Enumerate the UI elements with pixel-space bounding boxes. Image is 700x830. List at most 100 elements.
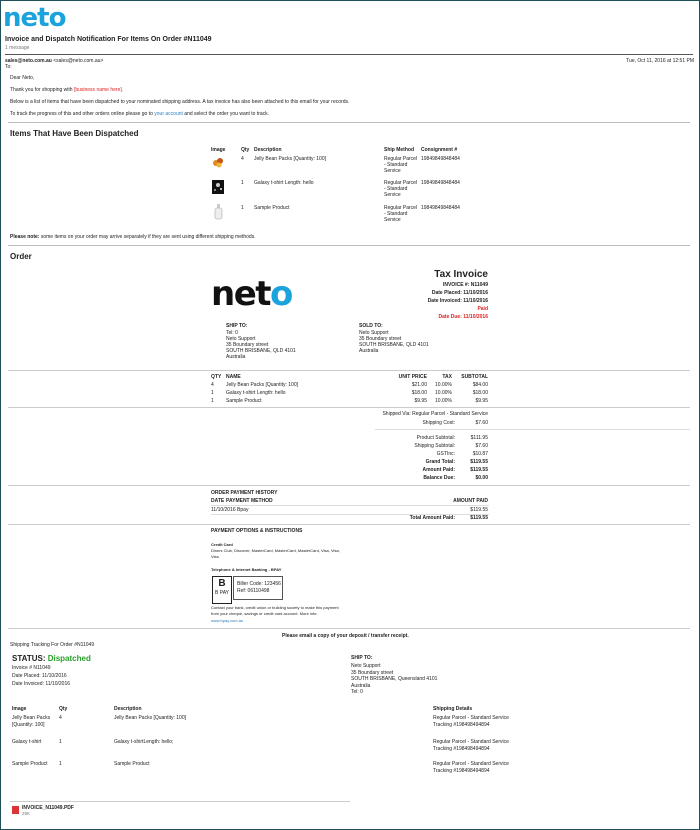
item-subtotal: $9.95 <box>475 398 488 404</box>
attachment-size: 29K <box>22 811 31 816</box>
neto-logo: neto <box>3 3 66 33</box>
shipped-via: Shipped Via: Regular Parcel - Standard S… <box>382 411 488 417</box>
dispatched-heading: Items That Have Been Dispatched <box>10 129 139 138</box>
shipping-subtotal: $7.60 <box>475 443 488 449</box>
item-tax: 10.00% <box>435 382 452 388</box>
items-col-subtotal: SUBTOTAL <box>461 374 488 380</box>
items-col-tax: TAX <box>442 374 452 380</box>
jelly-bean-image <box>212 155 224 169</box>
invoice-number: INVOICE #: N11049 <box>442 282 488 288</box>
bpay-instructions: Contact your bank, credit union or build… <box>211 605 339 610</box>
track-qty: 4 <box>59 715 62 721</box>
dispatch-qty: 1 <box>241 180 244 186</box>
thanks-line: Thank you for shopping with [business na… <box>10 87 124 93</box>
tracking-order-info: Invoice # N11049 Date Placed: 11/10/2016 D… <box>12 665 71 687</box>
dispatch-method: Regular Parcel - Standard Service <box>384 180 418 198</box>
gst-label: GSTInc: <box>436 451 455 457</box>
invoice-date-due: Date Due: 11/10/2016 <box>438 314 488 320</box>
track-desc: Galaxy t-shirtLength: hello; <box>114 739 174 745</box>
grand-total: $119.55 <box>470 459 488 465</box>
payment-options-label: PAYMENT OPTIONS & INSTRUCTIONS <box>211 528 303 534</box>
tracking-label: Shipping Tracking For Order #N11049 <box>10 642 95 648</box>
dispatch-consignment: 19849849848484 <box>421 180 460 186</box>
ph-col-method: PAYMENT METHOD <box>226 498 273 504</box>
total-amount-paid: $119.55 <box>470 515 488 521</box>
sold-to-label: SOLD TO: <box>359 323 383 329</box>
bpay-instructions: from your cheque, savings or credit card… <box>211 611 318 616</box>
product-subtotal-label: Product Subtotal: <box>416 435 455 441</box>
track-qty: 1 <box>59 739 62 745</box>
shipping-cost-label: Shipping Cost: <box>422 420 455 426</box>
bpay-link[interactable]: www.bpay.com.au <box>211 618 243 623</box>
grand-total-label: Grand Total: <box>425 459 455 465</box>
track-shipping: Regular Parcel - Standard Service Trackin… <box>433 715 509 728</box>
item-unit: $9.95 <box>414 398 427 404</box>
sender[interactable]: sales@neto.com.au <sales@neto.com.au> <box>5 58 103 64</box>
track-shipping: Regular Parcel - Standard Service Trackin… <box>433 761 509 774</box>
track-image-cell: Sample Product <box>12 761 48 767</box>
item-name: Jelly Bean Packs [Quantity: 100] <box>226 382 298 388</box>
item-unit: $21.00 <box>411 382 427 388</box>
items-col-name: NAME <box>226 374 241 380</box>
item-unit: $18.00 <box>411 390 427 396</box>
item-name: Galaxy t-shirt Length: hello <box>226 390 286 396</box>
your-account-link[interactable]: your account <box>154 111 183 117</box>
item-name: Sample Product <box>226 398 262 404</box>
amount-paid-label: Amount Paid: <box>422 467 456 473</box>
ph-col-date: DATE <box>211 498 225 504</box>
credit-card-text: Visa <box>211 554 219 559</box>
dispatch-desc: Galaxy t-shirt Length: hello <box>254 180 314 186</box>
email-subject: Invoice and Dispatch Notification For It… <box>5 36 212 43</box>
intro-text: Below is a list of items that have been … <box>10 99 350 105</box>
bpay-ref: Ref: 06110498 <box>237 588 270 594</box>
shipping-subtotal-label: Shipping Subtotal: <box>414 443 455 449</box>
tracking-status: STATUS: Dispatched <box>12 654 91 663</box>
gst-value: $10.87 <box>472 451 488 457</box>
biller-box: Biller Code: 123456 Ref: 06110498 <box>233 576 283 600</box>
item-qty: 1 <box>211 390 214 396</box>
item-qty: 4 <box>211 382 214 388</box>
track-text: To track the progress of this and other … <box>10 111 270 117</box>
tracking-ship-to-label: SHIP TO: <box>351 655 373 661</box>
message-count: 1 message <box>5 45 30 51</box>
invoice-date-invoiced: Date Invoiced: 11/10/2016 <box>427 298 488 304</box>
ph-col-amount: AMOUNT PAID <box>453 498 488 504</box>
track-col-shipping: Shipping Details <box>433 706 473 712</box>
ship-to-label: SHIP TO: <box>226 323 248 329</box>
greeting: Dear Neto, <box>10 75 35 81</box>
ph-row-amount: $119.55 <box>470 507 488 513</box>
sample-product-image <box>213 204 225 220</box>
dispatch-qty: 4 <box>241 156 244 162</box>
invoice-title: Tax Invoice <box>434 269 488 280</box>
email-frame <box>0 0 700 830</box>
sold-to-address: Neto Support 35 Boundary street SOUTH BRIS… <box>359 330 429 354</box>
credit-card-label: Credit Card <box>211 542 233 547</box>
item-tax: 10.00% <box>435 390 452 396</box>
shipping-cost: $7.60 <box>475 420 488 426</box>
note-text: Please note: some items on your order ma… <box>10 234 256 240</box>
recipient-label: To: <box>5 64 12 70</box>
amount-paid: $119.55 <box>470 467 488 473</box>
track-col-desc: Description <box>114 706 142 712</box>
invoice-date-placed: Date Placed: 11/10/2016 <box>431 290 488 296</box>
total-amount-paid-label: Total Amount Paid: <box>409 515 455 521</box>
col-ship-method: Ship Method <box>384 147 414 153</box>
item-subtotal: $84.00 <box>472 382 488 388</box>
items-col-qty: QTY <box>211 374 222 380</box>
email-date: Tue, Oct 11, 2016 at 12:51 PM <box>626 58 694 64</box>
track-desc: Sample Product <box>114 761 150 767</box>
payment-history-label: ORDER PAYMENT HISTORY <box>211 490 278 496</box>
neto-invoice-logo: neto <box>211 274 293 314</box>
dispatch-desc: Jelly Bean Packs [Quantity: 100] <box>254 156 326 162</box>
dispatch-method: Regular Parcel - Standard Service <box>384 156 418 174</box>
dispatch-consignment: 19849849848484 <box>421 205 460 211</box>
col-consignment: Consignment # <box>421 147 458 153</box>
ship-to-address: Tel: 0 Neto Support 35 Boundary street SOUT… <box>226 330 296 360</box>
col-image: Image <box>211 147 226 153</box>
paid-badge: Paid <box>477 306 488 312</box>
track-qty: 1 <box>59 761 62 767</box>
col-description: Description <box>254 147 282 153</box>
order-heading: Order <box>10 252 32 261</box>
track-col-image: Image <box>12 706 27 712</box>
item-tax: 10.00% <box>435 398 452 404</box>
